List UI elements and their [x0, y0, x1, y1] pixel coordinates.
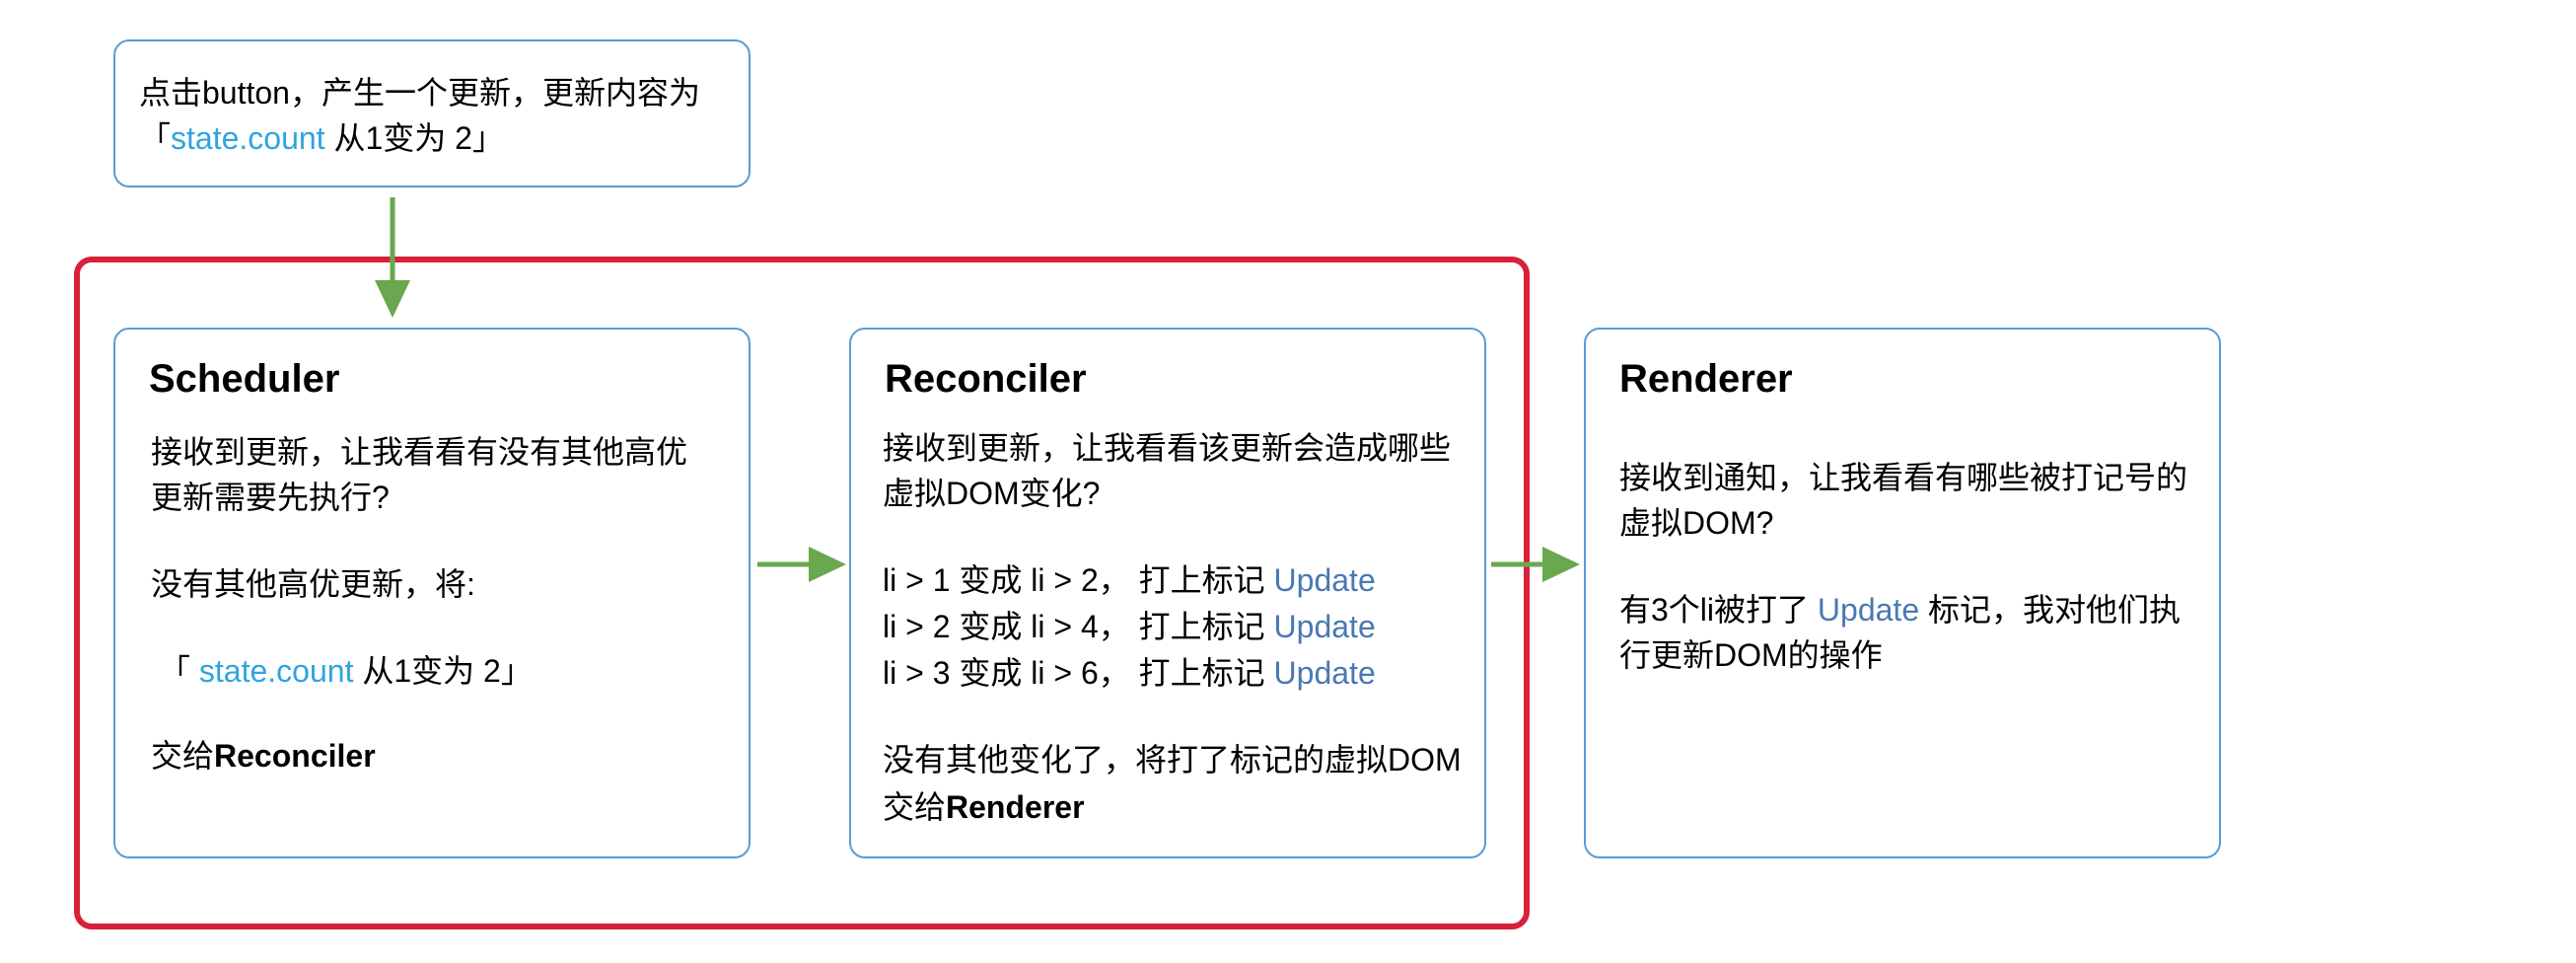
- arrow-reconciler-to-renderer: [1491, 547, 1580, 582]
- flow-arrows: [375, 197, 1580, 582]
- arrow-scheduler-to-reconciler: [757, 547, 846, 582]
- arrow-trigger-to-scheduler: [375, 197, 410, 318]
